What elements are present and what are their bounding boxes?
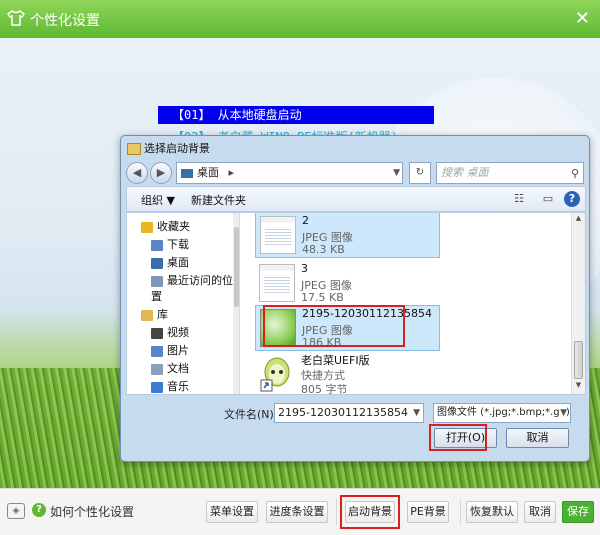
chevron-down-icon[interactable]: ▼: [413, 404, 420, 422]
dialog-cancel-button[interactable]: 取消: [506, 428, 569, 448]
preview-pane-icon[interactable]: ▭: [540, 191, 556, 207]
new-folder-button[interactable]: 新建文件夹: [191, 192, 246, 208]
scroll-thumb[interactable]: [574, 341, 583, 379]
refresh-button[interactable]: ↻: [409, 162, 431, 184]
help-icon[interactable]: ?: [564, 191, 580, 207]
file-thumbnail: [260, 309, 296, 347]
nav-scrollbar[interactable]: [233, 213, 239, 394]
nav-item-videos[interactable]: 视频: [151, 325, 189, 341]
pictures-icon: [151, 345, 163, 357]
divider: [336, 499, 337, 525]
dialog-title-bar: 选择启动背景: [127, 140, 210, 158]
desktop-icon: [181, 168, 193, 178]
file-thumbnail: [260, 216, 296, 254]
dialog-toolbar: 组织 ▼ 新建文件夹 ☷ ▭ ?: [126, 186, 586, 212]
menu-settings-button[interactable]: 菜单设置: [206, 501, 258, 523]
scroll-down-arrow[interactable]: ▼: [572, 381, 585, 393]
navigation-pane: 收藏夹 下载 桌面 最近访问的位置 库 视频 图片 文档 音乐: [127, 213, 240, 394]
dialog-title: 选择启动背景: [144, 142, 210, 155]
file-size: 186 KB: [302, 336, 342, 349]
file-size: 17.5 KB: [301, 291, 344, 304]
chevron-down-icon[interactable]: ▼: [393, 163, 400, 183]
nav-item-desktop[interactable]: 桌面: [151, 255, 189, 271]
filename-input[interactable]: 2195-12030112135854 ▼: [274, 403, 424, 423]
recent-places-icon: [151, 275, 163, 287]
nav-item-downloads[interactable]: 下载: [151, 237, 189, 253]
open-button[interactable]: 打开(O): [434, 428, 497, 448]
address-bar[interactable]: 桌面 ▸ ▼: [176, 162, 403, 184]
file-thumbnail: [259, 264, 295, 302]
cabbage-logo-icon: ◈: [7, 503, 25, 519]
cabbage-app-icon: [260, 357, 290, 392]
library-icon: [141, 309, 153, 321]
address-text: 桌面: [197, 166, 219, 179]
forward-button[interactable]: ▶: [150, 162, 172, 184]
pe-background-button[interactable]: PE背景: [407, 501, 449, 523]
file-name: 老白菜UEFI版: [301, 354, 370, 367]
scroll-up-arrow[interactable]: ▲: [572, 214, 585, 226]
help-link[interactable]: 如何个性化设置: [50, 503, 134, 520]
nav-scroll-thumb[interactable]: [234, 227, 239, 307]
file-open-dialog: 选择启动背景 ◀ ▶ 桌面 ▸ ▼ ↻ 搜索 桌面 ⚲ 组织 ▼ 新建文件夹 ☷…: [120, 135, 590, 462]
file-name: 2195-12030112135854: [302, 307, 432, 320]
filetype-select[interactable]: 图像文件 (*.jpg;*.bmp;*.gif) ▼: [433, 403, 571, 423]
boot-background-button[interactable]: 启动背景: [345, 501, 395, 523]
file-list: 2 JPEG 图像 48.3 KB 3 JPEG 图像 17.5 KB 2195…: [241, 213, 585, 394]
file-name: 2: [302, 214, 309, 227]
filename-value: 2195-12030112135854: [278, 406, 408, 419]
search-placeholder: 搜索 桌面: [441, 166, 489, 179]
navigation-row: ◀ ▶ 桌面 ▸ ▼ ↻ 搜索 桌面 ⚲: [126, 160, 586, 186]
download-folder-icon: [151, 239, 163, 251]
filename-label: 文件名(N):: [224, 408, 278, 421]
filetype-value: 图像文件 (*.jpg;*.bmp;*.gif): [437, 407, 570, 418]
organize-menu[interactable]: 组织 ▼: [141, 192, 175, 208]
nav-item-recent-places[interactable]: 最近访问的位置: [151, 273, 239, 303]
nav-item-favorites[interactable]: 收藏夹: [141, 219, 190, 235]
file-item-shortcut[interactable]: 老白菜UEFI版 快捷方式 805 字节: [255, 351, 440, 394]
back-button[interactable]: ◀: [126, 162, 148, 184]
divider: [460, 499, 461, 525]
file-item-3[interactable]: 3 JPEG 图像 17.5 KB: [255, 261, 440, 307]
desktop-icon: [151, 257, 163, 269]
file-item-2[interactable]: 2 JPEG 图像 48.3 KB: [255, 213, 440, 258]
save-button[interactable]: 保存: [562, 501, 594, 523]
nav-item-music[interactable]: 音乐: [151, 379, 189, 394]
restore-default-button[interactable]: 恢复默认: [466, 501, 518, 523]
view-options-icon[interactable]: ☷: [511, 191, 527, 207]
documents-icon: [151, 363, 163, 375]
file-item-background[interactable]: 2195-12030112135854 JPEG 图像 186 KB: [255, 305, 440, 351]
progress-settings-button[interactable]: 进度条设置: [266, 501, 328, 523]
music-icon: [151, 381, 163, 393]
nav-item-pictures[interactable]: 图片: [151, 343, 189, 359]
boot-menu-line-1: 【01】 从本地硬盘启动: [158, 106, 434, 124]
cancel-button[interactable]: 取消: [524, 501, 556, 523]
folder-icon: [127, 143, 141, 155]
file-size: 48.3 KB: [302, 243, 345, 256]
window-title: 个性化设置: [30, 13, 100, 29]
close-icon[interactable]: ✕: [575, 8, 590, 29]
dialog-panes: 收藏夹 下载 桌面 最近访问的位置 库 视频 图片 文档 音乐 2 JPEG 图…: [126, 212, 586, 395]
address-arrow: ▸: [228, 166, 235, 179]
tshirt-icon: [7, 10, 25, 26]
video-icon: [151, 327, 163, 339]
file-list-scrollbar[interactable]: ▲ ▼: [571, 213, 585, 394]
chevron-down-icon[interactable]: ▼: [560, 404, 567, 422]
title-bar: 个性化设置 ✕: [0, 0, 600, 38]
filename-row: 文件名(N): 2195-12030112135854 ▼ 图像文件 (*.jp…: [126, 402, 586, 424]
search-icon: ⚲: [570, 167, 579, 180]
search-input[interactable]: 搜索 桌面 ⚲: [436, 162, 584, 184]
file-size: 805 字节: [301, 383, 348, 394]
question-icon: ?: [32, 503, 46, 517]
star-icon: [141, 221, 153, 233]
nav-item-libraries[interactable]: 库: [141, 307, 168, 323]
bottom-bar: ◈ ? 如何个性化设置 菜单设置 进度条设置 启动背景 PE背景 恢复默认 取消…: [0, 488, 600, 535]
nav-item-documents[interactable]: 文档: [151, 361, 189, 377]
file-name: 3: [301, 262, 308, 275]
